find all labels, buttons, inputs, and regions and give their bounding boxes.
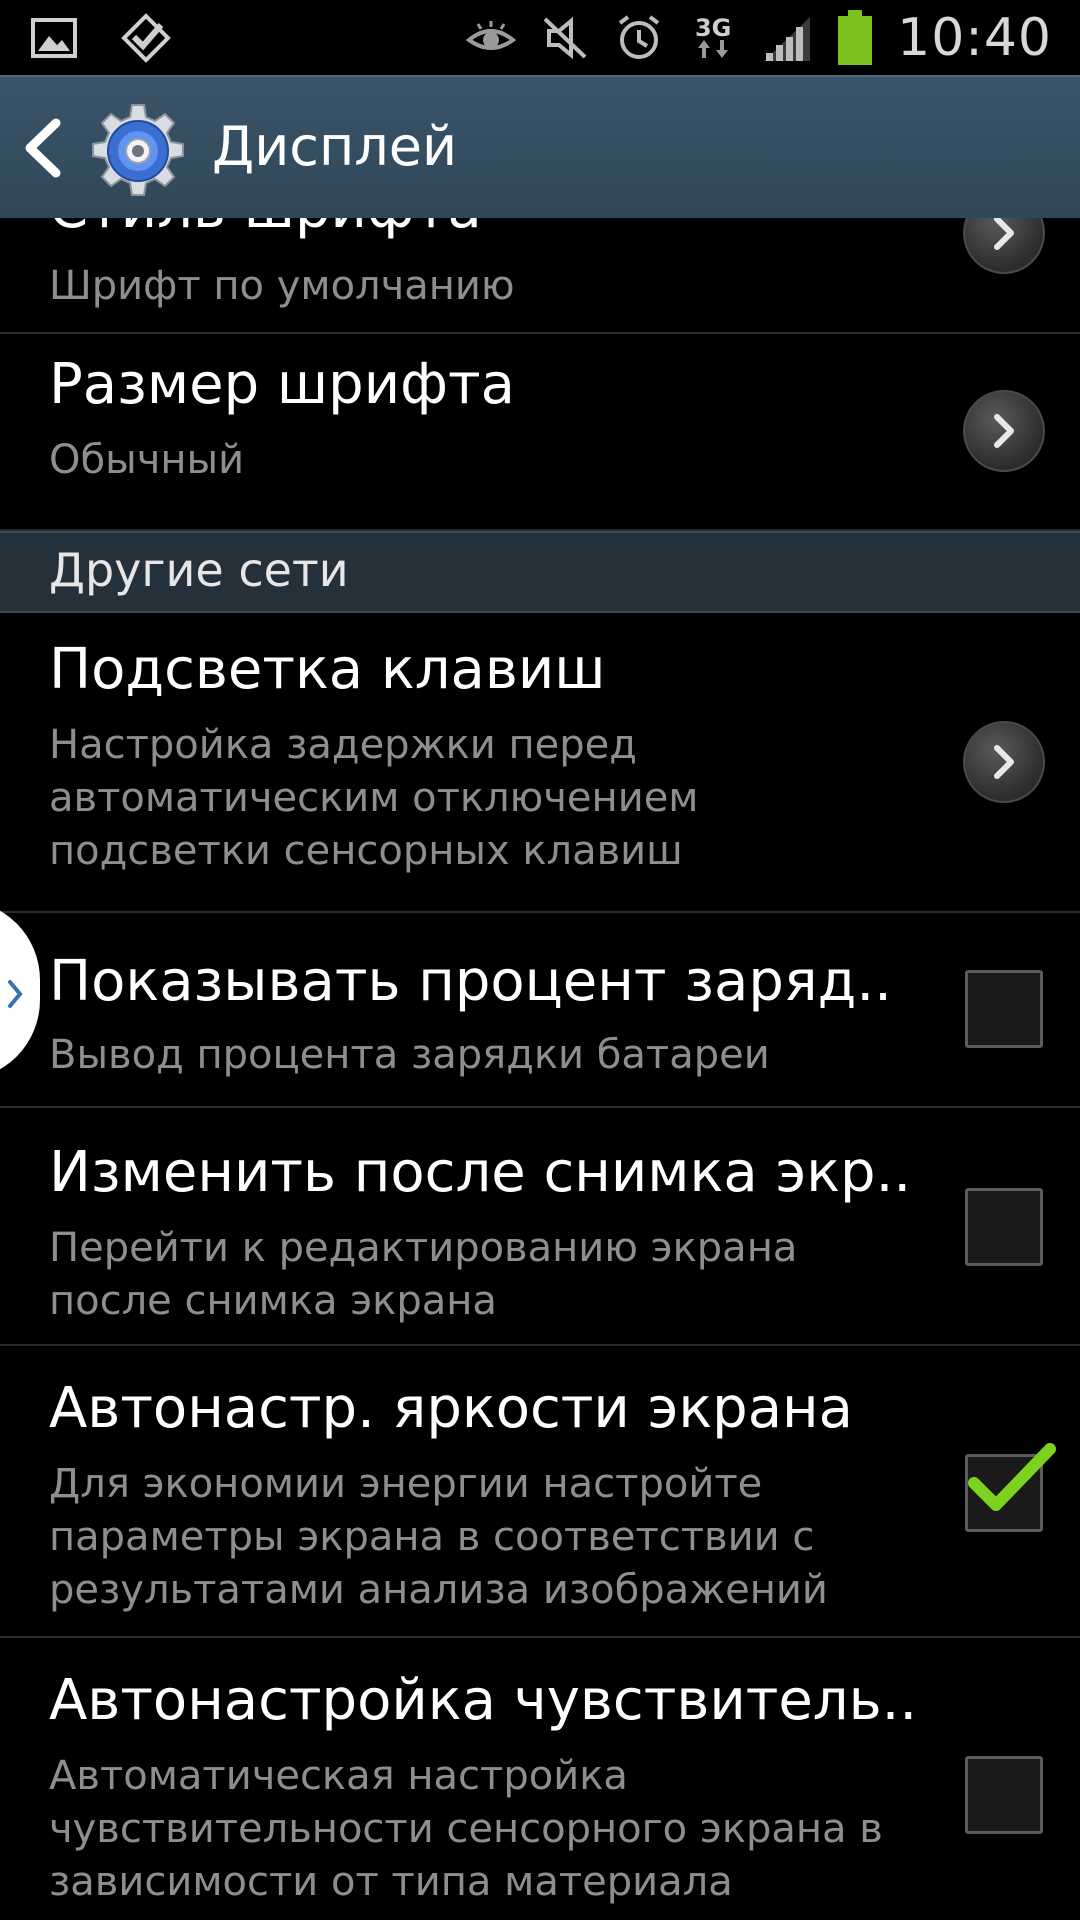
edit-after-screenshot-checkbox[interactable] <box>965 1188 1043 1266</box>
mute-icon <box>539 12 591 64</box>
setting-auto-brightness[interactable]: Автонастр. яркости экрана Для экономии э… <box>0 1346 1080 1638</box>
action-bar: Дисплей <box>0 75 1080 218</box>
setting-touch-sensitivity[interactable]: Автонастройка чувствитель.. Автоматическ… <box>0 1638 1080 1920</box>
chevron-right-button[interactable] <box>963 721 1045 803</box>
setting-title: Стиль шрифта <box>49 218 482 241</box>
setting-edit-after-screenshot[interactable]: Изменить после снимка экр.. Перейти к ре… <box>0 1108 1080 1346</box>
setting-subtitle: Обычный <box>49 437 245 483</box>
edge-chevron-icon <box>8 980 23 1008</box>
checkmark-icon <box>968 1443 1056 1511</box>
status-bar: 3G 10:40 <box>0 0 1080 75</box>
chevron-right-button[interactable] <box>963 218 1045 274</box>
setting-subtitle: Перейти к редактированию экрана после сн… <box>49 1225 798 1324</box>
section-label: Другие сети <box>49 543 349 597</box>
battery-percent-checkbox[interactable] <box>965 970 1043 1048</box>
setting-title: Автонастройка чувствитель.. <box>49 1668 918 1733</box>
settings-gear-icon <box>88 101 188 201</box>
settings-list: Стиль шрифта Шрифт по умолчанию Размер ш… <box>0 218 1080 1920</box>
task-check-icon <box>120 12 172 64</box>
auto-brightness-checkbox[interactable] <box>965 1443 1056 1532</box>
setting-subtitle: Шрифт по умолчанию <box>49 263 515 309</box>
setting-title: Подсветка клавиш <box>49 637 606 702</box>
network-3g-icon: 3G <box>687 12 739 64</box>
setting-key-backlight[interactable]: Подсветка клавиш Настройка задержки пере… <box>0 613 1080 913</box>
alarm-icon <box>613 12 665 64</box>
chevron-right-icon <box>994 218 1014 250</box>
clock: 10:40 <box>897 7 1052 68</box>
setting-title: Показывать процент заряд.. <box>49 949 892 1014</box>
image-icon <box>28 12 80 64</box>
smart-stay-eye-icon <box>465 12 517 64</box>
chevron-right-icon <box>994 414 1014 448</box>
setting-font-size[interactable]: Размер шрифта Обычный <box>0 334 1080 531</box>
chevron-right-button[interactable] <box>963 390 1045 472</box>
network-type-label: 3G <box>694 13 732 42</box>
page-title: Дисплей <box>212 115 458 178</box>
setting-font-style[interactable]: Стиль шрифта Шрифт по умолчанию <box>0 218 1080 334</box>
setting-title: Автонастр. яркости экрана <box>49 1376 853 1441</box>
setting-subtitle: Вывод процента зарядки батареи <box>49 1032 770 1078</box>
back-button[interactable] <box>20 115 68 181</box>
battery-icon <box>835 9 875 65</box>
back-arrow-icon <box>25 118 61 178</box>
setting-subtitle: Настройка задержки перед автоматическим … <box>49 722 699 874</box>
section-header: Другие сети <box>0 531 1080 613</box>
setting-battery-percent[interactable]: Показывать процент заряд.. Вывод процент… <box>0 913 1080 1108</box>
setting-subtitle: Для экономии энергии настройте параметры… <box>49 1461 828 1613</box>
chevron-right-icon <box>994 745 1014 779</box>
screen: 3G 10:40 Дисплей Шрифт по умолчанию Разм… <box>0 0 1080 1920</box>
setting-subtitle: Автоматическая настройка чувствительност… <box>49 1753 883 1905</box>
signal-icon <box>761 12 813 64</box>
setting-title: Размер шрифта <box>49 352 515 417</box>
setting-title: Изменить после снимка экр.. <box>49 1140 912 1205</box>
touch-sensitivity-checkbox[interactable] <box>965 1756 1043 1834</box>
